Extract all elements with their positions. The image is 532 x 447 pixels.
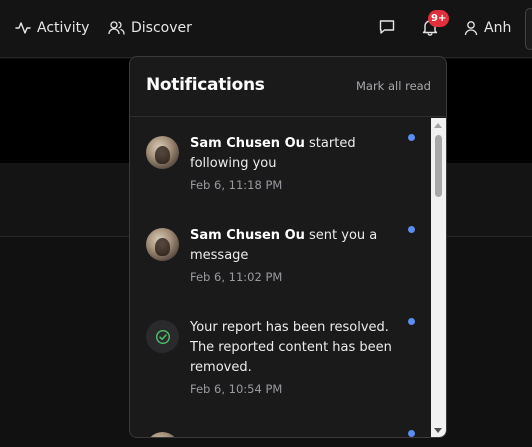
user-menu[interactable]: Anh <box>464 16 511 40</box>
unread-dot <box>408 226 415 233</box>
notification-item[interactable]: Sam Chusen Ou sent you a message Feb 6, … <box>130 210 431 302</box>
scroll-down-arrow-icon[interactable] <box>434 428 442 433</box>
avatar <box>146 432 179 437</box>
notification-item[interactable] <box>130 414 431 437</box>
message-icon <box>378 20 396 40</box>
menu-button[interactable] <box>525 8 532 50</box>
user-name: Anh <box>484 20 512 36</box>
notification-item[interactable]: Sam Chusen Ou started following you Feb … <box>130 118 431 210</box>
messages-button[interactable] <box>378 18 398 38</box>
notifications-popup: Notifications Mark all read Sam Chusen O… <box>129 56 447 438</box>
scrollbar[interactable] <box>431 118 446 437</box>
mark-all-read-button[interactable]: Mark all read <box>356 79 431 93</box>
check-circle-icon <box>146 320 179 353</box>
avatar <box>146 136 179 169</box>
unread-dot <box>408 134 415 141</box>
notification-time: Feb 6, 10:54 PM <box>190 382 283 396</box>
notification-text: Sam Chusen Ou sent you a message <box>190 226 395 266</box>
popup-title: Notifications <box>146 75 265 95</box>
notification-text: Your report has been resolved. The repor… <box>190 320 392 375</box>
avatar <box>146 228 179 261</box>
unread-dot <box>408 318 415 325</box>
nav-discover-label: Discover <box>131 20 192 36</box>
users-icon <box>108 20 125 36</box>
activity-icon <box>15 20 31 36</box>
notification-time: Feb 6, 11:02 PM <box>190 270 283 284</box>
top-navigation-bar: Activity Discover 9+ Anh <box>0 0 532 58</box>
notification-time: Feb 6, 11:18 PM <box>190 178 283 192</box>
nav-activity[interactable]: Activity <box>15 16 89 40</box>
user-icon <box>464 20 478 36</box>
notification-count-badge: 9+ <box>428 10 450 27</box>
unread-dot <box>408 430 415 437</box>
notification-text: Sam Chusen Ou started following you <box>190 134 395 174</box>
nav-activity-label: Activity <box>37 20 90 36</box>
notification-list[interactable]: Sam Chusen Ou started following you Feb … <box>130 118 431 437</box>
scroll-thumb[interactable] <box>435 135 442 197</box>
scroll-up-arrow-icon[interactable] <box>434 123 442 128</box>
notification-item[interactable]: Your report has been resolved. The repor… <box>130 302 431 414</box>
nav-discover[interactable]: Discover <box>108 16 192 40</box>
popup-header: Notifications Mark all read <box>130 57 446 117</box>
notification-actor: Sam Chusen Ou <box>190 228 305 243</box>
notification-actor: Sam Chusen Ou <box>190 136 305 151</box>
